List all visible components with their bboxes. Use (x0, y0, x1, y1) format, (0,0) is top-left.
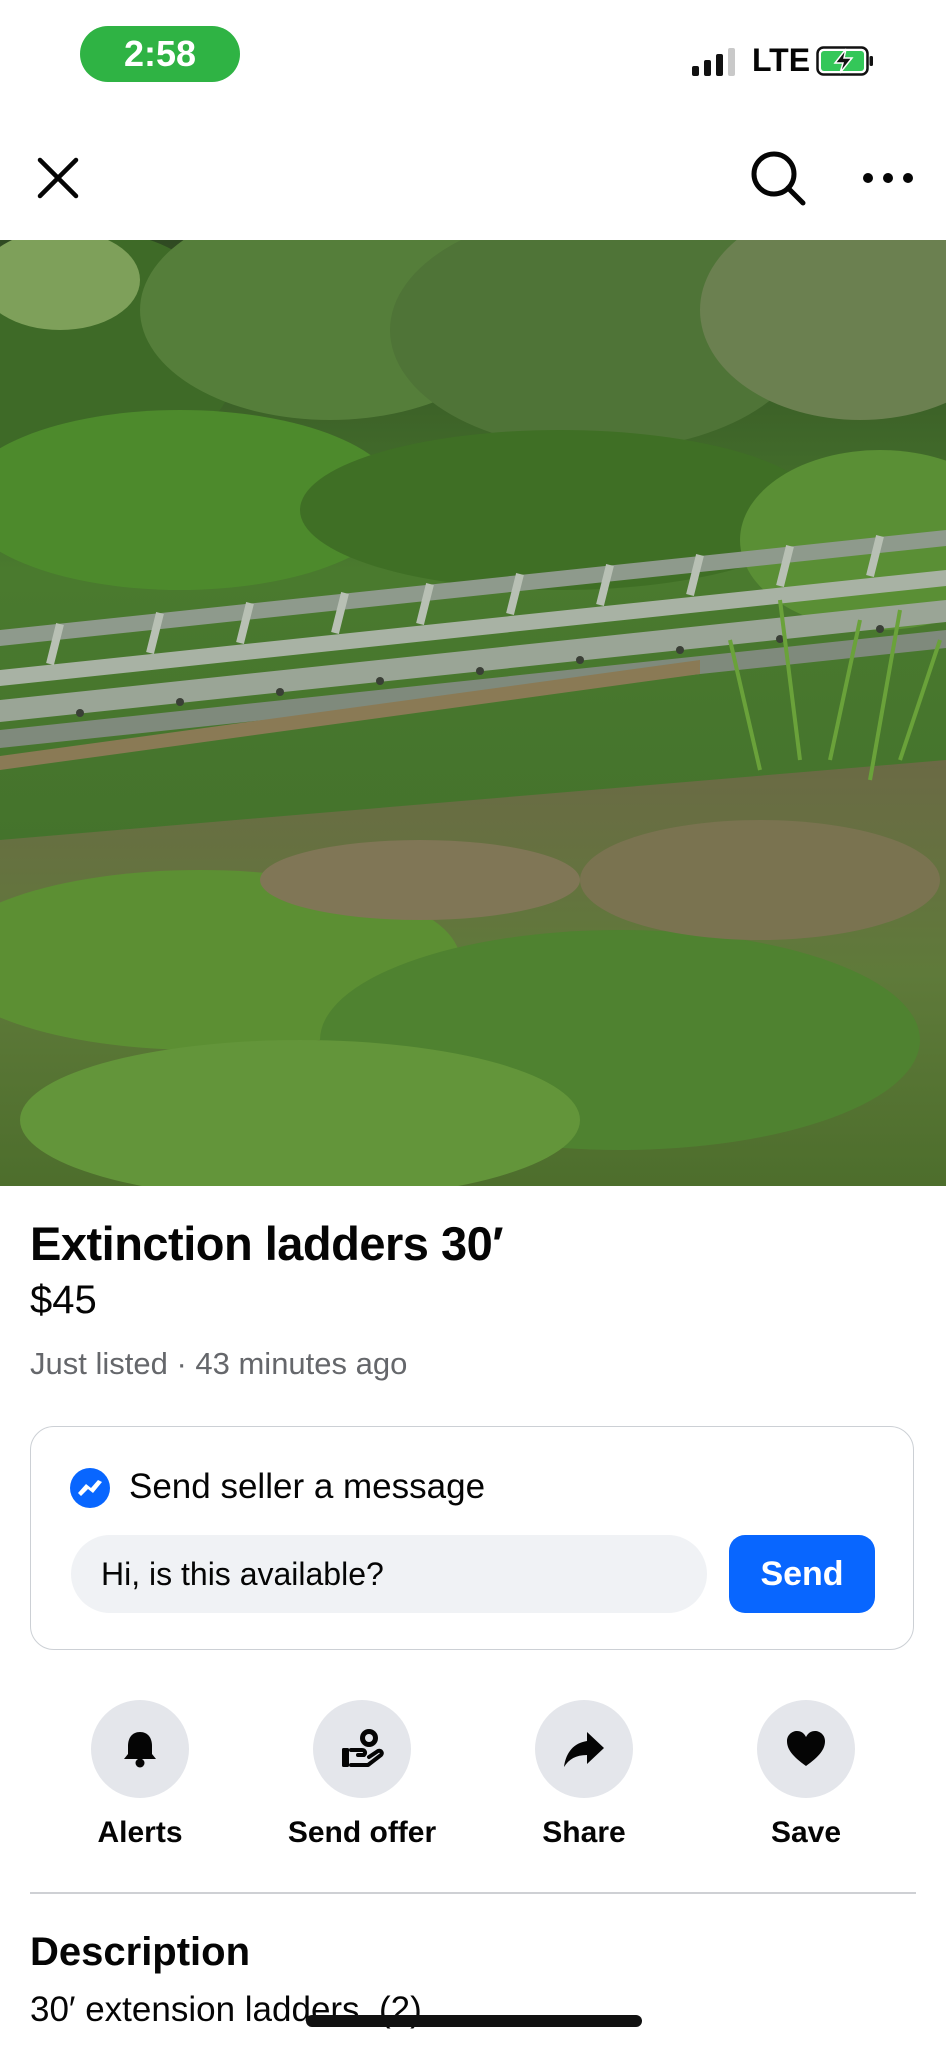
status-time: 2:58 (80, 26, 240, 82)
listing-price: $45 (30, 1278, 97, 1322)
save-button[interactable]: Save (696, 1700, 916, 1850)
top-nav-bar (0, 110, 946, 240)
action-row: Alerts Send offer Share Save (0, 1700, 946, 1860)
save-label: Save (770, 1816, 842, 1849)
send-offer-label: Send offer (287, 1816, 437, 1849)
listing-meta: Just listed · 43 minutes ago (30, 1346, 408, 1381)
network-type: LTE (752, 42, 811, 78)
save-icon-circle (757, 1700, 855, 1798)
ladder-photo-image (0, 240, 946, 1186)
more-options-icon[interactable] (860, 168, 916, 188)
alerts-label: Alerts (97, 1816, 183, 1849)
send-offer-icon (342, 1729, 384, 1767)
listing-photo[interactable] (0, 240, 946, 1186)
listing-title: Extinction ladders 30′ (30, 1217, 504, 1270)
alerts-icon-circle (91, 1700, 189, 1798)
bell-icon (124, 1732, 156, 1768)
share-button[interactable]: Share (474, 1700, 694, 1850)
description-heading: Description (30, 1930, 251, 1974)
heart-icon (787, 1731, 825, 1766)
home-indicator[interactable] (306, 2015, 642, 2027)
share-icon (564, 1732, 604, 1767)
send-button[interactable]: Send (729, 1535, 875, 1613)
send-seller-message-card: Send seller a message Hi, is this availa… (30, 1426, 914, 1650)
search-icon[interactable] (748, 148, 808, 208)
share-label: Share (542, 1816, 626, 1849)
cellular-signal-icon (692, 48, 735, 76)
send-offer-button[interactable]: Send offer (252, 1700, 472, 1850)
section-divider (30, 1892, 916, 1894)
send-offer-icon-circle (313, 1700, 411, 1798)
status-bar: 2:58 LTE (0, 0, 946, 110)
share-icon-circle (535, 1700, 633, 1798)
close-icon[interactable] (34, 154, 82, 202)
message-heading: Send seller a message (129, 1467, 486, 1506)
alerts-button[interactable]: Alerts (30, 1700, 250, 1850)
messenger-icon (70, 1468, 110, 1508)
message-input[interactable]: Hi, is this available? (71, 1535, 707, 1613)
battery-charging-icon (816, 46, 873, 76)
